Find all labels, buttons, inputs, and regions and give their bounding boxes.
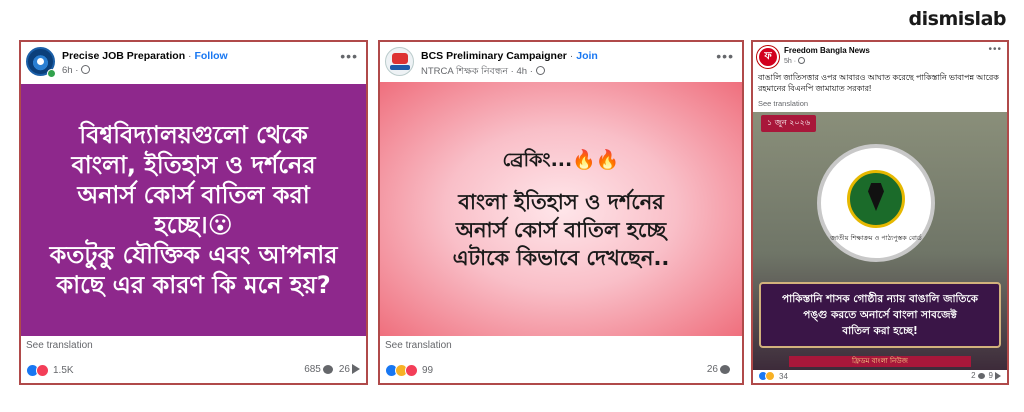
post-image[interactable]: ১ জুন ২০২৬ জাতীয় শিক্ষাক্রম ও পাঠ্যপুস্…	[753, 112, 1007, 370]
post-time[interactable]: 4h	[516, 66, 527, 77]
page-avatar[interactable]: ফ	[757, 46, 779, 68]
reaction-count: 99	[422, 365, 434, 376]
love-reaction-icon	[36, 364, 49, 377]
headline-banner: পাকিস্তানি শাসক গোষ্ঠীর ন্যায় বাঙালি জা…	[759, 282, 1001, 348]
comment-count[interactable]: 685	[304, 364, 321, 375]
seal-emblem	[847, 170, 905, 228]
haha-reaction-icon	[765, 371, 775, 381]
see-translation-link[interactable]: See translation	[758, 99, 808, 108]
seal-text: জাতীয় শিক্ষাক্রম ও পাঠ্যপুস্তক বোর্ড	[830, 234, 922, 242]
comment-icon	[322, 364, 333, 374]
share-icon	[352, 364, 360, 375]
share-icon	[995, 371, 1001, 380]
post-meta: 5h ·	[784, 57, 806, 65]
more-options-icon[interactable]: •••	[988, 44, 1002, 55]
facebook-post-3: ফ Freedom Bangla News 5h · ••• বাঙালি জা…	[751, 40, 1009, 385]
banner-line: পাকিস্তানি শাসক গোষ্ঠীর ন্যায় বাঙালি জা…	[782, 293, 978, 305]
image-text-line: কতটুকু যৌক্তিক এবং আপনার	[49, 241, 338, 269]
facebook-post-2: BCS Preliminary Campaigner · Join NTRCA …	[378, 40, 744, 385]
comment-count[interactable]: 2	[971, 371, 975, 380]
post-footer: 1.5K 685 26	[26, 362, 360, 378]
banner-line: পঙ্গু করতে অনার্সে বাংলা সাবজেক্ট	[803, 309, 957, 321]
page-name-line: Precise JOB Preparation · Follow	[62, 50, 228, 62]
image-text-line: অনার্স কোর্স বাতিল হচ্ছে	[455, 218, 667, 242]
engagement-counts: 29	[971, 371, 1001, 380]
reactions-summary[interactable]: 99	[385, 364, 433, 377]
image-text-line: কাছে এর কারণ কি মনে হয়?	[56, 271, 331, 299]
engagement-counts: 26	[707, 364, 736, 375]
image-text-line: হচ্ছে।😮	[154, 211, 233, 239]
post-header: Precise JOB Preparation · Follow 6h · ••…	[21, 42, 366, 82]
separator: ·	[72, 65, 82, 76]
more-options-icon[interactable]: •••	[340, 48, 358, 64]
join-button[interactable]: Join	[576, 50, 598, 62]
page-name[interactable]: Freedom Bangla News	[784, 46, 870, 55]
nctb-seal-logo: জাতীয় শিক্ষাক্রম ও পাঠ্যপুস্তক বোর্ড	[817, 144, 935, 262]
image-text-line: বাংলা ইতিহাস ও দর্শনের	[458, 190, 664, 214]
see-translation-link[interactable]: See translation	[385, 340, 452, 351]
post-meta: 6h ·	[62, 65, 91, 76]
globe-icon	[81, 65, 91, 74]
page-name-line: BCS Preliminary Campaigner · Join	[421, 50, 598, 62]
post-footer: 99 26	[385, 362, 736, 378]
image-text-line: এটাকে কিভাবে দেখছেন..	[452, 246, 670, 270]
image-text-line: অনার্স কোর্স বাতিল করা	[77, 181, 310, 209]
post-time[interactable]: 6h	[62, 65, 73, 76]
group-name[interactable]: BCS Preliminary Campaigner	[421, 50, 567, 62]
post-time[interactable]: 5h	[784, 58, 792, 65]
share-count[interactable]: 9	[989, 371, 993, 380]
image-text-line: বিশ্ববিদ্যালয়গুলো থেকে	[79, 121, 308, 149]
comment-count[interactable]: 26	[707, 364, 718, 375]
separator: ·	[566, 50, 577, 62]
globe-icon	[535, 66, 545, 75]
separator: ·	[527, 66, 536, 77]
reaction-count: 1.5K	[53, 365, 74, 376]
engagement-counts: 685 26	[304, 364, 360, 375]
image-text-line: বাংলা, ইতিহাস ও দর্শনের	[71, 151, 316, 179]
more-options-icon[interactable]: •••	[716, 48, 734, 64]
post-body-text: বাঙালি জাতিসত্তার ওপর আবারও আঘাত করেছে প…	[758, 73, 999, 93]
love-reaction-icon	[405, 364, 418, 377]
dismislab-logo: dismislab	[908, 8, 1007, 30]
reactions-summary[interactable]: 1.5K	[26, 364, 74, 377]
post-image[interactable]: ব্রেকিং...🔥🔥 বাংলা ইতিহাস ও দর্শনের অনার…	[380, 82, 742, 336]
facebook-post-1: Precise JOB Preparation · Follow 6h · ••…	[19, 40, 368, 385]
breaking-label: ব্রেকিং...🔥🔥	[502, 149, 620, 171]
post-footer: 34 29	[758, 369, 1001, 381]
post-meta: NTRCA শিক্ষক নিবন্ধন · 4h ·	[421, 65, 545, 80]
date-badge: ১ জুন ২০২৬	[761, 115, 817, 132]
group-subtitle[interactable]: NTRCA শিক্ষক নিবন্ধন	[421, 66, 508, 77]
banner-line: বাতিল করা হচ্ছে!	[842, 325, 918, 337]
reactions-summary[interactable]: 34	[758, 371, 788, 381]
comment-icon	[977, 372, 985, 379]
globe-icon	[798, 57, 806, 64]
group-avatar[interactable]	[385, 47, 414, 76]
online-indicator	[47, 69, 56, 78]
see-translation-link[interactable]: See translation	[26, 340, 93, 351]
post-image[interactable]: বিশ্ববিদ্যালয়গুলো থেকে বাংলা, ইতিহাস ও …	[21, 84, 366, 336]
post-header: BCS Preliminary Campaigner · Join NTRCA …	[380, 42, 742, 82]
pen-nib-icon	[868, 183, 884, 211]
source-label: ফ্রিডম বাংলা নিউজ	[789, 356, 971, 367]
reaction-count: 34	[779, 371, 788, 381]
comment-icon	[720, 364, 730, 374]
follow-button[interactable]: Follow	[194, 50, 227, 62]
share-count[interactable]: 26	[339, 364, 350, 375]
page-name[interactable]: Precise JOB Preparation	[62, 50, 185, 62]
